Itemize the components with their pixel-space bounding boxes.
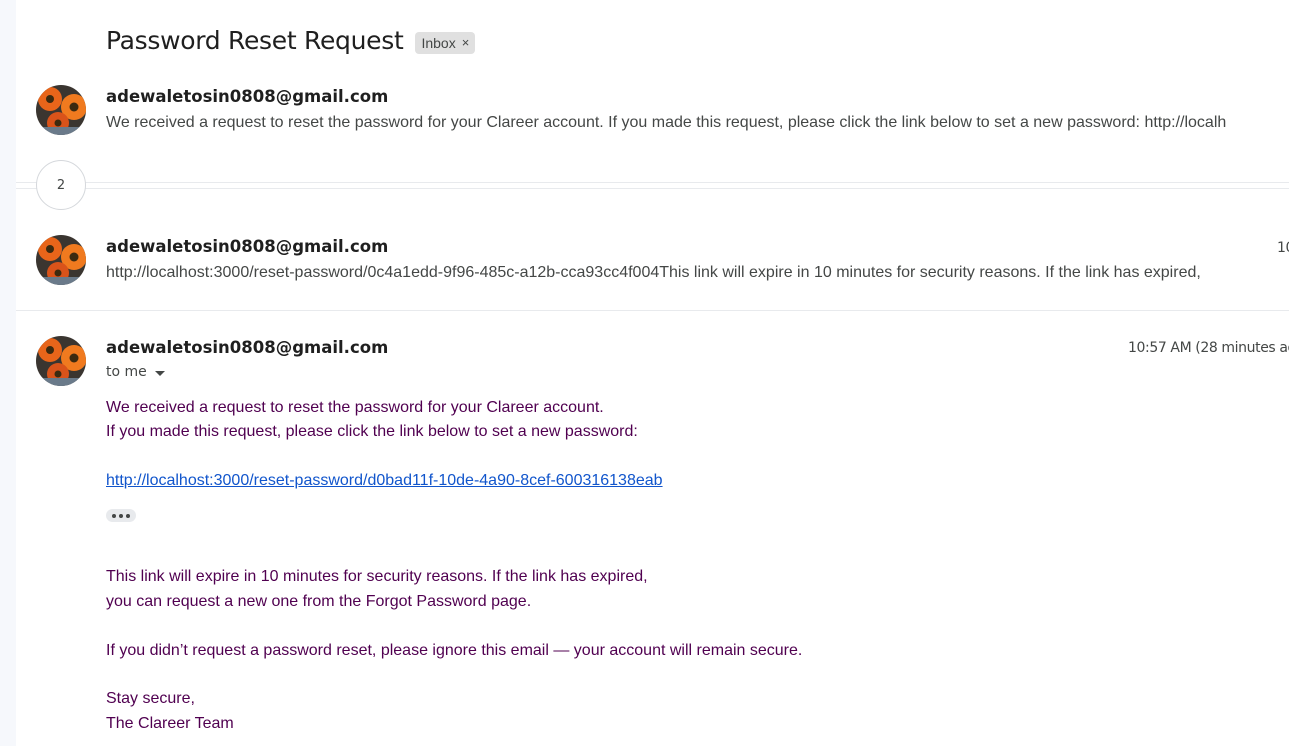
body-line: This link will expire in 10 minutes for …	[106, 568, 648, 585]
recipient-label: to me	[106, 364, 147, 380]
body-line: If you didn’t request a password reset, …	[106, 642, 803, 659]
divider	[16, 182, 1289, 183]
message-snippet: We received a request to reset the passw…	[106, 114, 1227, 131]
label-name: Inbox	[421, 34, 456, 51]
message-snippet: http://localhost:3000/reset-password/0c4…	[106, 264, 1201, 281]
sender-email: adewaletosin0808@gmail.com	[106, 237, 389, 256]
body-line: We received a request to reset the passw…	[106, 399, 604, 416]
divider	[16, 310, 1289, 311]
message-time: 10:57 AM (28 minutes ag	[1128, 340, 1289, 356]
email-thread-pane: Password Reset Request Inbox × adewaleto…	[16, 0, 1289, 746]
sender-email: adewaletosin0808@gmail.com	[106, 338, 389, 357]
body-line: you can request a new one from the Forgo…	[106, 593, 532, 610]
thread-header: Password Reset Request Inbox ×	[106, 26, 476, 55]
thread-subject: Password Reset Request	[106, 26, 404, 55]
body-line: Stay secure,	[106, 690, 195, 707]
recipient-details-toggle[interactable]: to me	[106, 364, 165, 380]
body-line: If you made this request, please click t…	[106, 423, 638, 440]
sender-avatar[interactable]	[36, 85, 86, 135]
divider	[16, 188, 1289, 189]
sender-avatar[interactable]	[36, 235, 86, 285]
sender-email: adewaletosin0808@gmail.com	[106, 87, 389, 106]
caret-down-icon	[154, 370, 165, 376]
message-time: 10	[1277, 240, 1289, 256]
inbox-label-chip[interactable]: Inbox ×	[415, 31, 476, 54]
signature: The Clareer Team	[106, 715, 234, 732]
show-trimmed-content-icon[interactable]	[106, 509, 136, 522]
collapsed-messages-count[interactable]: 2	[36, 160, 86, 210]
reset-password-link[interactable]: http://localhost:3000/reset-password/d0b…	[106, 472, 663, 490]
remove-label-icon[interactable]: ×	[462, 35, 470, 50]
sender-avatar[interactable]	[36, 336, 86, 386]
